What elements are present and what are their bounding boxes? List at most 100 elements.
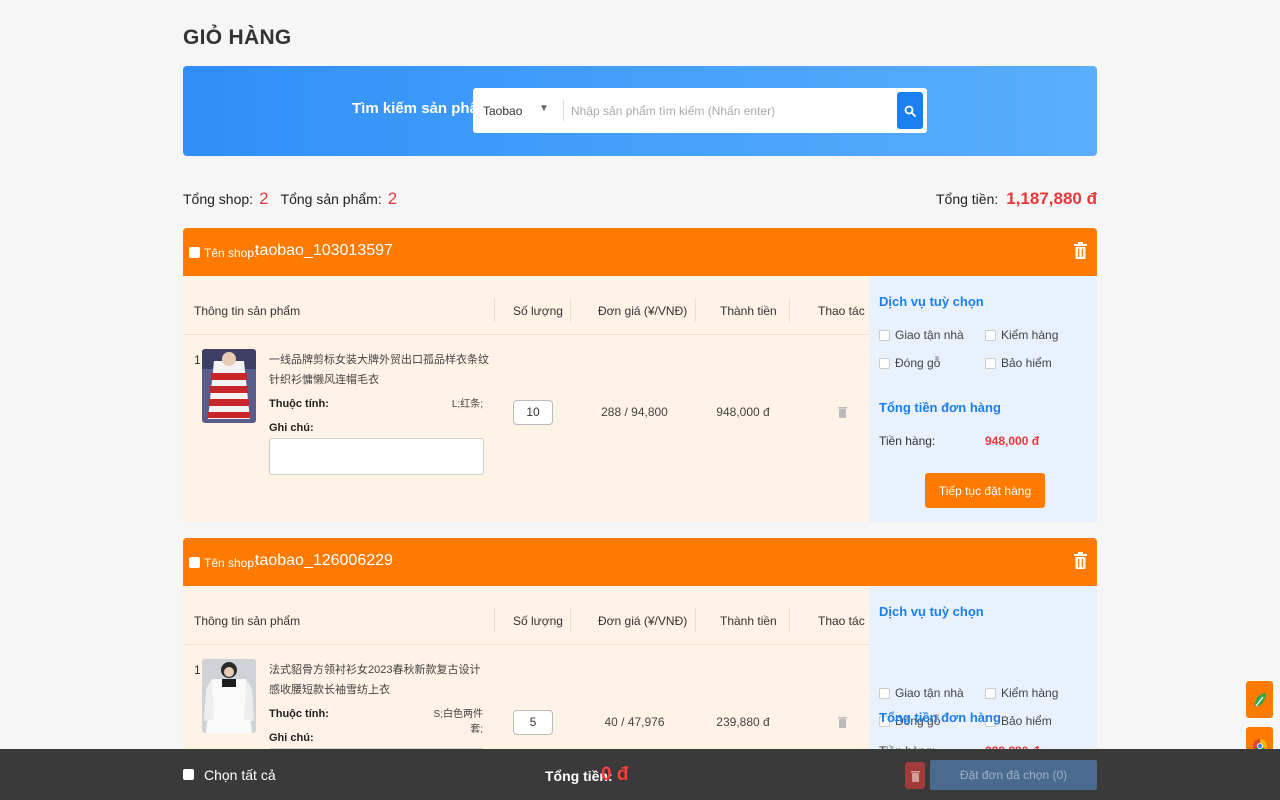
- column-header-quantity: Số lượng: [513, 614, 563, 628]
- checkbox[interactable]: [879, 329, 890, 341]
- column-header-unit-price: Đơn giá (¥/VNĐ): [598, 304, 688, 318]
- bottom-action-bar: Chọn tất cả Tổng tiền: 0 đ Đặt đơn đã ch…: [0, 749, 1280, 800]
- note-label: Ghi chú:: [269, 732, 314, 744]
- attribute-label: Thuộc tính:: [269, 398, 329, 410]
- service-option-inspection[interactable]: Kiểm hàng: [985, 328, 1058, 342]
- shop-label: Tên shop:: [204, 246, 258, 260]
- select-all-label[interactable]: Chọn tất cả: [204, 767, 276, 783]
- shop-checkbox[interactable]: [189, 247, 200, 258]
- column-header-product: Thông tin sản phẩm: [194, 304, 301, 318]
- column-divider: [789, 608, 790, 632]
- service-option-label: Kiểm hàng: [1001, 686, 1059, 700]
- platform-select[interactable]: Taobao: [483, 88, 563, 133]
- cart-summary-counts: Tổng shop: 2 Tổng sản phẩm: 2: [183, 189, 405, 209]
- total-shops-count: 2: [259, 189, 269, 208]
- attribute-value: L;红条;: [451, 399, 483, 410]
- total-shops-label: Tổng shop:: [183, 191, 254, 207]
- shop-name: taobao_126006229: [255, 552, 393, 569]
- checkbox[interactable]: [985, 687, 996, 699]
- line-amount: 239,880 đ: [716, 715, 770, 729]
- column-header-quantity: Số lượng: [513, 304, 563, 318]
- order-total-title: Tổng tiền đơn hàng: [879, 710, 1001, 725]
- order-total-title: Tổng tiền đơn hàng: [879, 400, 1001, 415]
- search-button[interactable]: [897, 92, 923, 129]
- platform-select-value: Taobao: [483, 103, 523, 118]
- product-title[interactable]: 一线品牌剪标女装大牌外贸出口孤品样衣条纹针织衫慵懒风连帽毛衣: [269, 350, 489, 390]
- service-option-wood-packing[interactable]: Đóng gỗ: [879, 356, 940, 370]
- row-divider: [183, 644, 869, 645]
- order-selected-button[interactable]: Đặt đơn đã chọn (0): [930, 760, 1097, 790]
- column-divider: [789, 298, 790, 322]
- delete-shop-trash-icon[interactable]: [1074, 552, 1087, 574]
- optional-services-title: Dịch vụ tuỳ chọn: [879, 294, 984, 309]
- service-option-insurance[interactable]: Bảo hiểm: [985, 356, 1052, 370]
- checkbox[interactable]: [985, 357, 996, 369]
- items-panel: Thông tin sản phẩm Số lượng Đơn giá (¥/V…: [183, 276, 869, 522]
- cart-summary-total: Tổng tiền: 1,187,880 đ: [936, 189, 1097, 209]
- continue-order-button[interactable]: Tiếp tục đặt hàng: [925, 473, 1045, 508]
- quantity-input[interactable]: 10: [513, 400, 553, 425]
- item-index: 1: [194, 663, 201, 677]
- search-input[interactable]: [571, 95, 891, 126]
- delete-item-trash-icon[interactable]: [838, 405, 847, 423]
- column-header-amount: Thành tiền: [720, 614, 777, 628]
- search-divider: [563, 100, 564, 121]
- column-divider: [695, 608, 696, 632]
- service-option-inspection[interactable]: Kiểm hàng: [985, 686, 1058, 700]
- total-products-label: Tổng sản phẩm:: [280, 191, 382, 207]
- service-option-home-delivery[interactable]: Giao tận nhà: [879, 686, 964, 700]
- selected-total-value: 0 đ: [601, 764, 629, 785]
- line-amount: 948,000 đ: [716, 405, 770, 419]
- shop-body: Thông tin sản phẩm Số lượng Đơn giá (¥/V…: [183, 276, 1097, 522]
- note-input[interactable]: [269, 438, 484, 475]
- checkbox[interactable]: [879, 687, 890, 699]
- select-all-checkbox[interactable]: [183, 769, 194, 780]
- grand-total-label: Tổng tiền:: [935, 191, 999, 207]
- service-option-label: Giao tận nhà: [895, 328, 964, 342]
- service-option-label: Kiểm hàng: [1001, 328, 1059, 342]
- column-divider: [695, 298, 696, 322]
- column-header-product: Thông tin sản phẩm: [194, 614, 301, 628]
- row-divider: [183, 334, 869, 335]
- delete-item-trash-icon[interactable]: [838, 715, 847, 733]
- checkbox[interactable]: [985, 329, 996, 341]
- shop-label: Tên shop:: [204, 556, 258, 570]
- product-title[interactable]: 法式貂骨方领衬衫女2023春秋新款复古设计感收腰短款长袖雪纺上衣: [269, 660, 489, 700]
- shop-header: Tên shop: taobao_126006229: [183, 538, 1097, 586]
- delete-shop-trash-icon[interactable]: [1074, 242, 1087, 264]
- trash-icon: [910, 770, 920, 782]
- attribute-value: S;白色两件套;: [433, 709, 483, 735]
- item-index: 1: [194, 353, 201, 367]
- column-divider: [570, 298, 571, 322]
- column-divider: [494, 298, 495, 322]
- checkbox[interactable]: [879, 357, 890, 369]
- dropdown-arrow-icon[interactable]: ▼: [539, 103, 549, 114]
- shop-header: Tên shop: taobao_103013597: [183, 228, 1097, 276]
- product-thumbnail[interactable]: [202, 349, 256, 423]
- column-header-actions: Thao tác: [818, 614, 865, 628]
- floating-app-button[interactable]: [1246, 681, 1273, 718]
- column-header-unit-price: Đơn giá (¥/VNĐ): [598, 614, 688, 628]
- attribute-label: Thuộc tính:: [269, 708, 329, 720]
- goods-total-label: Tiền hàng:: [879, 434, 936, 448]
- column-header-amount: Thành tiền: [720, 304, 777, 318]
- grand-total-value: 1,187,880 đ: [1006, 189, 1097, 208]
- search-label: Tìm kiếm sản phẩm: [352, 100, 492, 117]
- note-label: Ghi chú:: [269, 422, 314, 434]
- total-products-count: 2: [387, 189, 398, 208]
- service-option-label: Bảo hiểm: [1001, 714, 1052, 728]
- unit-price: 288 / 94,800: [601, 405, 668, 419]
- shop-checkbox[interactable]: [189, 557, 200, 568]
- optional-services-title: Dịch vụ tuỳ chọn: [879, 604, 984, 619]
- quantity-input[interactable]: 5: [513, 710, 553, 735]
- service-option-label: Giao tận nhà: [895, 686, 964, 700]
- service-option-home-delivery[interactable]: Giao tận nhà: [879, 328, 964, 342]
- shop-card: Tên shop: taobao_103013597 Thông tin sản…: [183, 228, 1097, 522]
- product-thumbnail[interactable]: [202, 659, 256, 733]
- unit-price: 40 / 47,976: [604, 715, 665, 729]
- column-divider: [570, 608, 571, 632]
- goods-total-value: 948,000 đ: [985, 434, 1040, 448]
- service-option-label: Bảo hiểm: [1001, 356, 1052, 370]
- search-icon: [904, 105, 916, 117]
- delete-selected-button[interactable]: [905, 762, 925, 789]
